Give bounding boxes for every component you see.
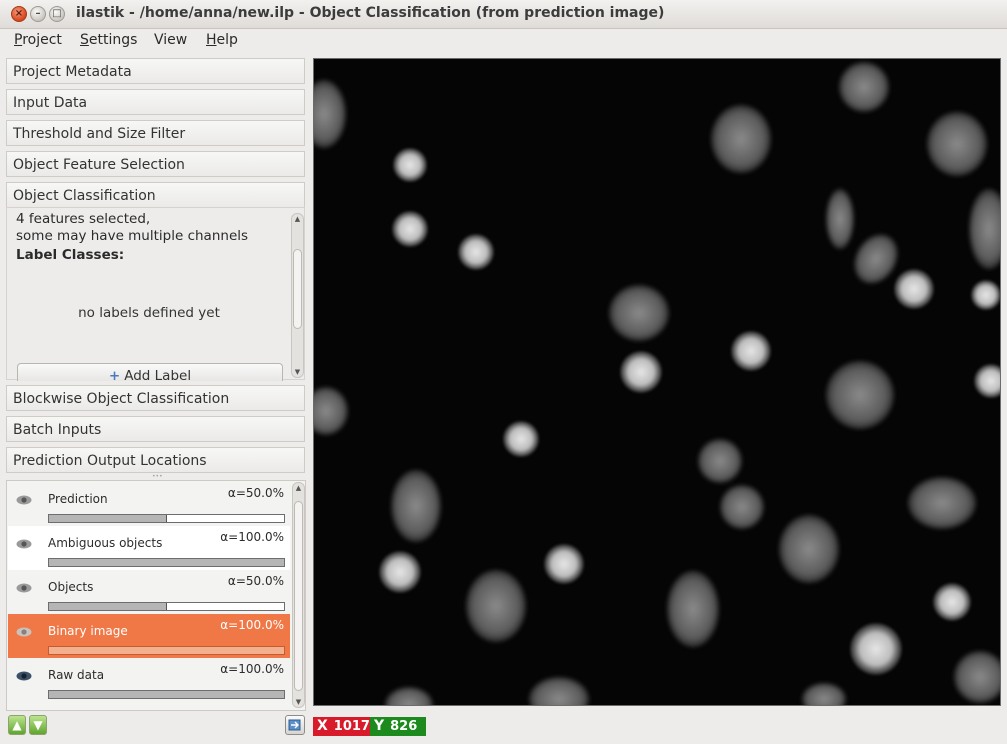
eye-icon[interactable] — [16, 671, 32, 681]
applet-batch-inputs[interactable]: Batch Inputs — [6, 416, 305, 442]
splitter-grip-icon: ••• — [152, 473, 163, 480]
layer-ambiguous-objects[interactable]: Ambiguous objects α=100.0% — [8, 526, 290, 570]
applet-object-classification[interactable]: Object Classification — [6, 182, 305, 208]
layer-opacity-slider[interactable] — [48, 690, 285, 699]
minimize-window-button[interactable]: – — [30, 6, 46, 22]
opacity-fill — [49, 515, 167, 522]
close-window-button[interactable]: × — [11, 6, 27, 22]
applet-threshold-size-filter[interactable]: Threshold and Size Filter — [6, 120, 305, 146]
window-title: ilastik - /home/anna/new.ilp - Object Cl… — [76, 5, 665, 21]
close-icon: × — [14, 8, 24, 19]
layer-opacity-slider[interactable] — [48, 602, 285, 611]
layer-raw-data[interactable]: Raw data α=100.0% — [8, 658, 290, 702]
menu-label: ettings — [88, 32, 138, 48]
layer-opacity: α=50.0% — [227, 574, 284, 588]
layer-name: Ambiguous objects — [48, 536, 163, 550]
y-coordinate-badge: Y 826 — [370, 717, 426, 736]
no-labels-text: no labels defined yet — [78, 305, 220, 321]
menu-bar: Project Settings View Help — [0, 29, 1007, 53]
menu-label: elp — [216, 32, 238, 48]
layer-prediction[interactable]: Prediction α=50.0% — [8, 482, 290, 526]
maximize-icon: □ — [52, 8, 62, 19]
menu-project[interactable]: Project — [14, 32, 62, 48]
features-selected-text: 4 features selected, — [16, 211, 151, 227]
layer-scrollbar[interactable]: ▲ ▼ — [292, 482, 305, 708]
applet-project-metadata[interactable]: Project Metadata — [6, 58, 305, 84]
drawer-scrollbar[interactable]: ▲ ▼ — [291, 213, 304, 378]
x-value: 1017 — [333, 719, 370, 734]
layer-tool-icon[interactable] — [285, 715, 305, 735]
eye-icon[interactable] — [16, 583, 32, 593]
eye-icon[interactable] — [16, 495, 32, 505]
menu-label: View — [154, 32, 188, 48]
x-label: X — [317, 718, 328, 734]
scroll-up-arrow-icon[interactable]: ▲ — [293, 484, 304, 492]
menu-label: roject — [22, 32, 62, 48]
y-label: Y — [374, 718, 385, 734]
plus-icon: + — [108, 368, 121, 381]
layer-objects[interactable]: Objects α=50.0% — [8, 570, 290, 614]
layer-opacity-slider[interactable] — [48, 558, 285, 567]
opacity-fill — [49, 647, 284, 654]
menu-settings[interactable]: Settings — [80, 32, 137, 48]
arrow-down-icon[interactable]: ▼ — [29, 715, 47, 735]
applet-drawer-panel: Project Metadata Input Data Threshold an… — [6, 57, 306, 475]
menu-mnemonic: H — [206, 32, 217, 48]
scroll-down-arrow-icon[interactable]: ▼ — [292, 368, 303, 376]
layer-scroll-thumb[interactable] — [294, 501, 303, 691]
layer-opacity: α=50.0% — [227, 486, 284, 500]
microscopy-image[interactable] — [314, 59, 1001, 706]
layer-name: Binary image — [48, 624, 128, 638]
layer-opacity-slider[interactable] — [48, 646, 285, 655]
features-channels-text: some may have multiple channels — [16, 228, 249, 244]
label-classes-heading: Label Classes: — [16, 247, 125, 263]
layer-name: Objects — [48, 580, 94, 594]
layer-controls: ▲ ▼ — [6, 715, 306, 737]
eye-icon[interactable] — [16, 539, 32, 549]
layer-opacity: α=100.0% — [220, 662, 284, 676]
menu-view[interactable]: View — [154, 32, 187, 48]
object-classification-drawer: 4 features selected, some may have multi… — [6, 207, 305, 381]
add-label-label: Add Label — [124, 368, 192, 381]
menu-mnemonic: S — [80, 32, 89, 48]
layer-binary-image[interactable]: Binary image α=100.0% — [8, 614, 290, 658]
scroll-down-arrow-icon[interactable]: ▼ — [293, 698, 304, 706]
opacity-fill — [49, 603, 167, 610]
add-label-button[interactable]: + Add Label — [17, 363, 283, 381]
layer-opacity-slider[interactable] — [48, 514, 285, 523]
x-coordinate-badge: X 1017 — [313, 717, 370, 736]
scroll-up-arrow-icon[interactable]: ▲ — [292, 215, 303, 223]
opacity-fill — [49, 559, 284, 566]
applet-object-feature-selection[interactable]: Object Feature Selection — [6, 151, 305, 177]
menu-help[interactable]: Help — [206, 32, 238, 48]
menu-mnemonic: P — [14, 32, 23, 48]
y-value: 826 — [390, 719, 418, 734]
layer-name: Prediction — [48, 492, 108, 506]
title-bar: × – □ ilastik - /home/anna/new.ilp - Obj… — [0, 0, 1007, 29]
opacity-fill — [49, 691, 284, 698]
applet-prediction-output-locations[interactable]: Prediction Output Locations — [6, 447, 305, 473]
layer-stack: Prediction α=50.0% Ambiguous objects α=1… — [6, 480, 306, 711]
applet-input-data[interactable]: Input Data — [6, 89, 305, 115]
applet-blockwise-object-classification[interactable]: Blockwise Object Classification — [6, 385, 305, 411]
layer-opacity: α=100.0% — [220, 530, 284, 544]
image-viewer[interactable] — [313, 58, 1001, 706]
layer-opacity: α=100.0% — [220, 618, 284, 632]
minimize-icon: – — [35, 8, 41, 19]
maximize-window-button[interactable]: □ — [49, 6, 65, 22]
drawer-scroll-thumb[interactable] — [293, 249, 302, 329]
eye-icon[interactable] — [16, 627, 32, 637]
panel-splitter[interactable]: ••• — [6, 473, 306, 480]
arrow-up-icon[interactable]: ▲ — [8, 715, 26, 735]
layer-name: Raw data — [48, 668, 105, 682]
